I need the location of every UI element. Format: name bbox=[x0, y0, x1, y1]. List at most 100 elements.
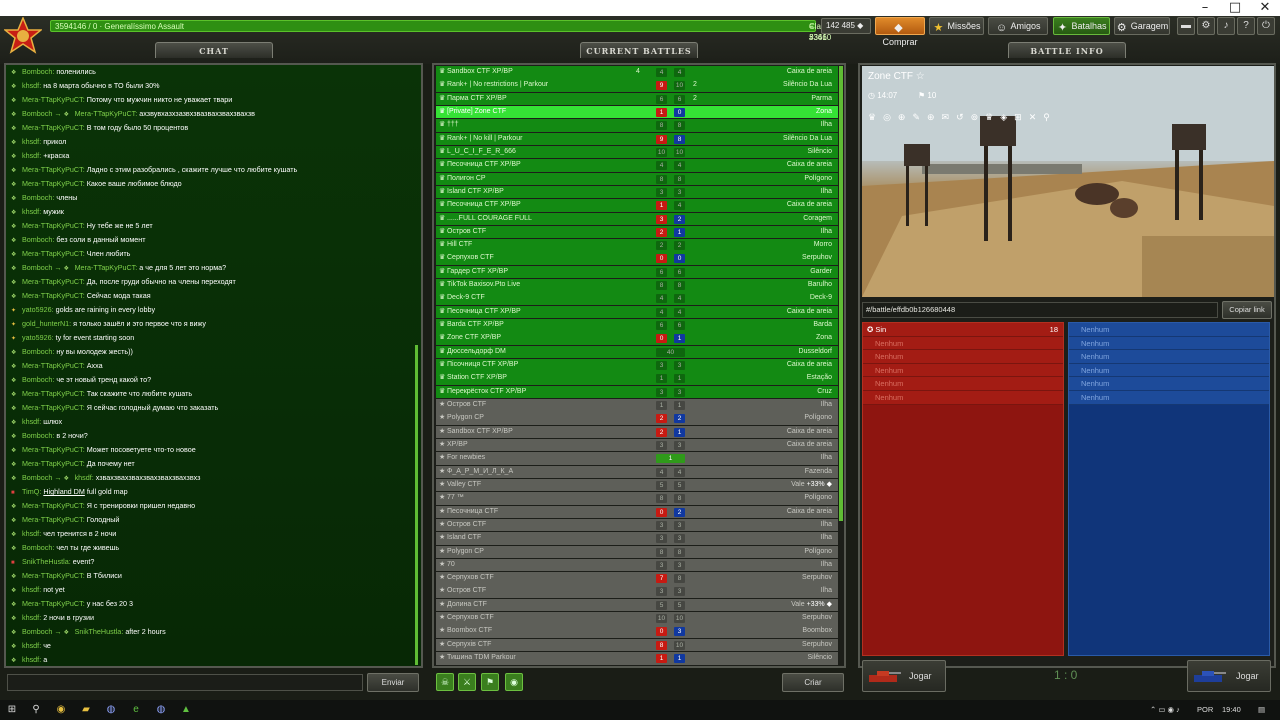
battle-row[interactable]: ♛ Дюссельдорф DM 40 Dusseldorf bbox=[436, 345, 838, 359]
chat-username[interactable]: khsdf bbox=[22, 417, 39, 426]
battle-row[interactable]: ★ Серпухов CTF 7 8 Serpuhov bbox=[436, 572, 838, 585]
battle-row[interactable]: ♛ Песочница CTF XP/BP 4 4 Caixa de areia bbox=[436, 305, 838, 319]
filter-cp-icon[interactable]: ◉ bbox=[505, 673, 523, 691]
chat-username[interactable]: gold_hunterN1 bbox=[22, 319, 69, 328]
sound-icon[interactable]: ♪ bbox=[1217, 17, 1235, 35]
chat-username[interactable]: khsdf bbox=[22, 641, 39, 650]
chat-username[interactable]: Bomboch bbox=[22, 67, 52, 76]
battle-row[interactable]: ♛ [Private] Zone CTF 1 0 Zona bbox=[436, 105, 838, 119]
chat-username[interactable]: Mera-TTapKyPuCT bbox=[22, 277, 83, 286]
join-blue-button[interactable]: Jogar bbox=[1187, 660, 1271, 692]
edge-icon[interactable]: e bbox=[128, 702, 144, 718]
chat-username[interactable]: SnikTheHustla bbox=[22, 557, 69, 566]
battle-row[interactable]: ★ Polygon CP 8 8 Polígono bbox=[436, 545, 838, 559]
chat-username[interactable]: Mera-TTapKyPuCT bbox=[22, 571, 83, 580]
send-button[interactable]: Enviar bbox=[367, 673, 419, 692]
game-app-icon[interactable]: ▲ bbox=[178, 702, 194, 718]
chat-username[interactable]: TimQ bbox=[22, 487, 39, 496]
filter-dm-icon[interactable]: ☠ bbox=[436, 673, 454, 691]
chat-username[interactable]: Mera-TTapKyPuCT bbox=[22, 291, 83, 300]
battle-row[interactable]: ★ Остров CTF 3 3 Ilha bbox=[436, 585, 838, 598]
chat-input[interactable] bbox=[7, 674, 363, 691]
chat-username[interactable]: Mera-TTapKyPuCT bbox=[22, 515, 83, 524]
chat-recipient[interactable]: Mera-TTapKyPuCT bbox=[75, 263, 136, 272]
chat-username[interactable]: Mera-TTapKyPuCT bbox=[22, 221, 83, 230]
discord-icon[interactable]: ◍ bbox=[103, 702, 119, 718]
chat-username[interactable]: Bomboch bbox=[22, 235, 52, 244]
close-button[interactable]: ✕ bbox=[1250, 0, 1280, 16]
filter-ctf-icon[interactable]: ⚑ bbox=[481, 673, 499, 691]
battle-row[interactable]: ♛ Barda CTF XP/BP 6 6 Barda bbox=[436, 319, 838, 332]
chat-recipient[interactable]: Mera-TTapKyPuCT bbox=[75, 109, 136, 118]
chat-username[interactable]: khsdf bbox=[22, 613, 39, 622]
chat-username[interactable]: khsdf bbox=[22, 151, 39, 160]
chat-username[interactable]: Bomboch bbox=[22, 193, 52, 202]
battle-row[interactable]: ♛ Station CTF XP/BP 1 1 Estação bbox=[436, 372, 838, 385]
battle-row[interactable]: ♛ Остров CTF 2 1 Ilha bbox=[436, 225, 838, 239]
chat-username[interactable]: Bomboch bbox=[22, 375, 52, 384]
exit-icon[interactable]: ⏻ bbox=[1257, 17, 1275, 35]
battle-row[interactable]: ♛ ......FULL COURAGE FULL 3 2 Coragem bbox=[436, 212, 838, 226]
copy-link-button[interactable]: Copiar link bbox=[1222, 301, 1272, 319]
chat-username[interactable]: khsdf bbox=[22, 529, 39, 538]
battle-row[interactable]: ★ Серпухов CTF 10 10 Serpuhov bbox=[436, 612, 838, 625]
windows-start-icon[interactable]: ⊞ bbox=[4, 702, 20, 718]
battle-row[interactable]: ★ Sandbox CTF XP/BP 2 1 Caixa de areia bbox=[436, 425, 838, 439]
join-red-button[interactable]: Jogar bbox=[862, 660, 946, 692]
filter-tdm-icon[interactable]: ⚔ bbox=[458, 673, 476, 691]
maximize-button[interactable]: □ bbox=[1220, 0, 1250, 16]
battle-row[interactable]: ♛ Песочница CTF XP/BP 1 4 Caixa de areia bbox=[436, 199, 838, 212]
battle-row[interactable]: ♛ Серпухов CTF 0 0 Serpuhov bbox=[436, 252, 838, 265]
chat-username[interactable]: khsdf bbox=[22, 585, 39, 594]
battle-row[interactable]: ♛ TikTok Baxisov.Pto Live 8 8 Barulho bbox=[436, 279, 838, 292]
battle-row[interactable]: ♛ L_U_C_I_F_E_R_666 10 10 Silêncio bbox=[436, 145, 838, 159]
chat-username[interactable]: Mera-TTapKyPuCT bbox=[22, 95, 83, 104]
tank-icon[interactable]: ▬ bbox=[1177, 17, 1195, 35]
battle-link[interactable]: Highland DM bbox=[43, 487, 85, 496]
notification-icon[interactable]: ▤ bbox=[1258, 705, 1265, 714]
chat-username[interactable]: Bomboch bbox=[22, 543, 52, 552]
battle-row[interactable]: ♛ Sandbox CTF XP/BP 4 4 4 Caixa de areia bbox=[436, 66, 838, 79]
chrome-icon[interactable]: ◉ bbox=[53, 702, 69, 718]
chat-username[interactable]: yato5926 bbox=[22, 333, 52, 342]
chat-username[interactable]: Mera-TTapKyPuCT bbox=[22, 599, 83, 608]
battles-button[interactable]: ✦ Batalhas bbox=[1053, 17, 1110, 35]
chat-username[interactable]: Mera-TTapKyPuCT bbox=[22, 445, 83, 454]
discord-alt-icon[interactable]: ◍ bbox=[153, 702, 169, 718]
battle-row[interactable]: ♛ Zone CTF XP/BP 0 1 Zona bbox=[436, 332, 838, 345]
chat-username[interactable]: khsdf bbox=[22, 81, 39, 90]
battle-row[interactable]: ★ Valley CTF 5 5 Vale +33% ◆ bbox=[436, 478, 838, 492]
battle-row[interactable]: ★ Polygon CP 2 2 Polígono bbox=[436, 412, 838, 425]
chat-username[interactable]: Bomboch bbox=[22, 109, 52, 118]
chat-username[interactable]: Bomboch bbox=[22, 473, 52, 482]
chat-username[interactable]: Mera-TTapKyPuCT bbox=[22, 361, 83, 370]
battle-row[interactable]: ★ For newbies 1 Ilha bbox=[436, 452, 838, 465]
chat-username[interactable]: Bomboch bbox=[22, 627, 52, 636]
battle-list-scrollbar[interactable] bbox=[839, 66, 843, 521]
favorite-star-icon[interactable]: ☆ bbox=[916, 71, 925, 82]
chat-username[interactable]: Bomboch bbox=[22, 347, 52, 356]
clock[interactable]: 19:40 bbox=[1222, 705, 1241, 714]
chat-recipient[interactable]: khsdf bbox=[75, 473, 92, 482]
help-icon[interactable]: ? bbox=[1237, 17, 1255, 35]
create-battle-button[interactable]: Criar bbox=[782, 673, 844, 692]
battle-row[interactable]: ★ 77 ™ 8 8 Polígono bbox=[436, 492, 838, 505]
chat-username[interactable]: khsdf bbox=[22, 207, 39, 216]
battle-row[interactable]: ♛ Гардер CTF XP/BP 6 6 Garder bbox=[436, 265, 838, 279]
battle-row[interactable]: ★ Песочница CTF 0 2 Caixa de areia bbox=[436, 505, 838, 519]
buy-button[interactable]: ◆ Comprar bbox=[875, 17, 925, 47]
battle-row[interactable]: ♛ Rank+ | No restrictions | Parkour 9 10 2 Si… bbox=[436, 79, 838, 92]
minimize-button[interactable]: – bbox=[1190, 0, 1220, 16]
chat-username[interactable]: Mera-TTapKyPuCT bbox=[22, 165, 83, 174]
battle-row[interactable]: ♛ Island CTF XP/BP 3 3 Ilha bbox=[436, 185, 838, 199]
battle-row[interactable]: ★ Ф_А_Р_М_И_Л_К_А 4 4 Fazenda bbox=[436, 465, 838, 479]
chat-username[interactable]: Mera-TTapKyPuCT bbox=[22, 459, 83, 468]
language-indicator[interactable]: POR bbox=[1197, 705, 1213, 714]
battle-row[interactable]: ♛ Перекрёсток CTF XP/BP 3 3 Cruz bbox=[436, 385, 838, 399]
battle-row[interactable]: ★ XP/BP 3 3 Caixa de areia bbox=[436, 438, 838, 452]
battle-row[interactable]: ♛ ††† 8 8 Ilha bbox=[436, 119, 838, 132]
garage-button[interactable]: ⚙ Garagem bbox=[1114, 17, 1170, 35]
battle-link[interactable]: #/battle/effdb0b126680448 bbox=[862, 302, 1218, 318]
missions-button[interactable]: ★ Missões bbox=[929, 17, 984, 35]
chat-username[interactable]: khsdf bbox=[22, 137, 39, 146]
